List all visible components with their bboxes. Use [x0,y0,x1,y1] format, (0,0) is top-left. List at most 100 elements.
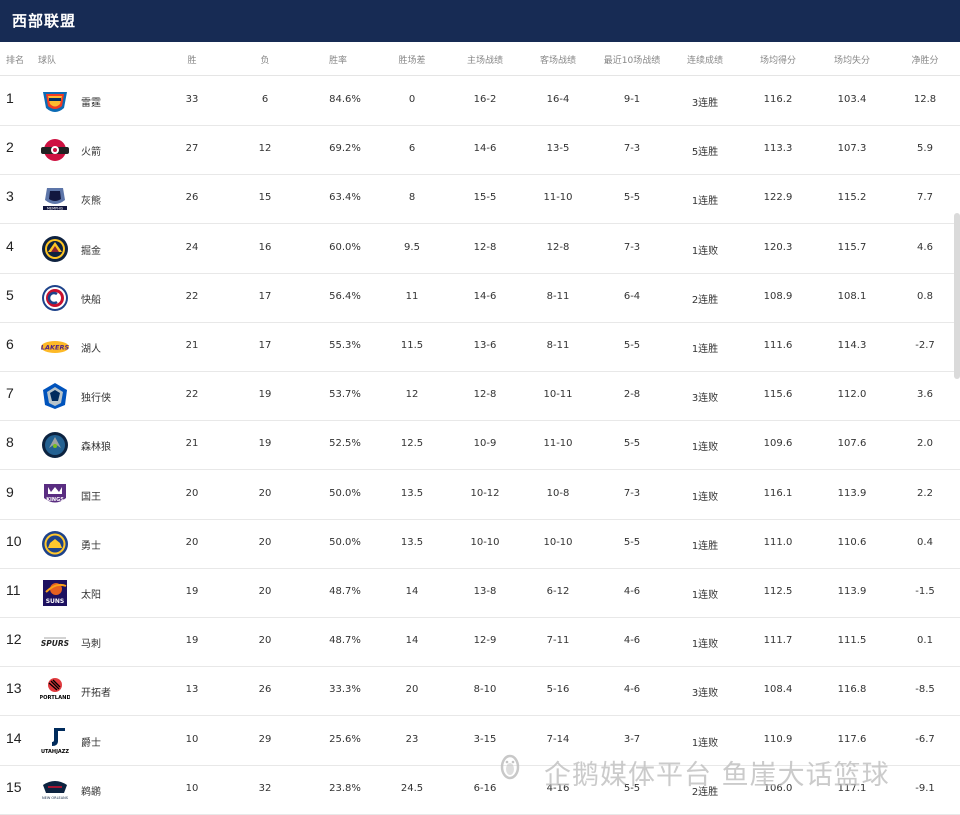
team-name[interactable]: 雷霆 [81,94,101,109]
streak-cell: 3连败 [691,393,719,405]
streak-cell: 5连胜 [691,147,719,159]
away-record-cell: 7-11 [546,635,570,647]
away-record-cell: 10-11 [543,389,573,401]
thunder-logo [40,86,70,116]
team-name[interactable]: 火箭 [81,143,101,158]
last10-cell: 5-5 [623,340,641,351]
pct-cell: 53.7% [329,389,361,401]
pct-cell: 48.7% [329,635,361,647]
ppg-cell: 108.9 [763,290,793,302]
away-record-cell: 10-8 [546,487,570,499]
last10-cell: 7-3 [623,143,641,155]
diff-cell: 0.8 [917,290,933,302]
wins-cell: 26 [185,192,199,204]
suns-logo: SUNS [40,578,70,608]
streak-cell: 1连败 [691,737,719,749]
oppg-cell: 113.9 [837,586,867,597]
losses-cell: 17 [258,340,272,351]
gb-cell: 11 [405,290,419,302]
team-name[interactable]: 太阳 [81,586,101,601]
rank-cell: 6 [6,336,14,352]
oppg-cell: 117.6 [837,733,867,745]
rockets-logo [40,135,70,165]
column-header-row: 排名 球队 胜 负 胜率 胜场差 主场战绩 客场战绩 最近10场战绩 连续成绩 … [0,42,960,76]
streak-cell: 1连败 [691,245,719,257]
streak-cell: 2连胜 [691,294,719,306]
team-name[interactable]: 勇士 [81,537,101,552]
ppg-cell: 113.3 [763,143,793,155]
svg-text:PORTLAND: PORTLAND [40,695,70,701]
col-streak: 连续成绩 [686,56,724,66]
col-wins: 胜 [187,56,197,66]
losses-cell: 19 [258,389,272,401]
pct-cell: 56.4% [329,290,361,302]
last10-cell: 4-6 [623,635,641,647]
table-row: 12 SPURS 马刺 19 20 48.7% 14 12-9 7-11 4-6 1连败 111.7 1… [0,617,960,668]
col-pct: 胜率 [328,56,348,66]
streak-cell: 1连胜 [691,344,719,355]
away-record-cell: 13-5 [546,143,570,155]
last10-cell: 7-3 [623,487,641,499]
ppg-cell: 116.1 [763,487,793,499]
streak-cell: 1连败 [691,491,719,503]
team-name[interactable]: 鹈鹕 [81,783,101,798]
last10-cell: 5-5 [623,536,641,548]
col-oppg: 场均失分 [833,56,871,66]
rank-cell: 7 [6,385,14,402]
table-row: 3 MEMPHIS 灰熊 26 15 63.4% 8 15-5 11-10 5-5 1连胜 122.9… [0,174,960,225]
wins-cell: 21 [185,340,199,351]
rank-cell: 2 [6,139,14,156]
wins-cell: 20 [185,536,199,548]
wins-cell: 19 [185,586,199,597]
spurs-logo: SPURS [40,627,70,657]
wins-cell: 20 [185,487,199,499]
last10-cell: 4-6 [623,586,641,597]
oppg-cell: 114.3 [837,340,867,351]
rank-cell: 15 [6,778,22,795]
wins-cell: 22 [185,389,199,401]
grizzlies-logo: MEMPHIS [40,184,70,214]
oppg-cell: 107.3 [837,143,867,155]
svg-text:SPURS: SPURS [41,639,69,648]
wins-cell: 19 [185,635,199,647]
team-name[interactable]: 快船 [81,291,101,306]
scrollbar[interactable] [954,213,960,379]
svg-text:SUNS: SUNS [46,598,65,605]
gb-cell: 9.5 [404,241,420,253]
team-name[interactable]: 马刺 [81,635,101,650]
gb-cell: 14 [405,635,419,647]
warriors-logo [40,529,70,559]
team-name[interactable]: 独行侠 [81,389,111,404]
gb-cell: 20 [405,684,419,696]
pct-cell: 50.0% [329,487,361,499]
gb-cell: 8 [408,192,416,204]
gb-cell: 12 [405,389,419,401]
gb-cell: 23 [405,733,419,745]
diff-cell: 2.0 [917,438,933,450]
pct-cell: 25.6% [329,733,361,745]
diff-cell: 12.8 [913,94,937,105]
losses-cell: 20 [258,487,272,499]
home-record-cell: 3-15 [473,733,497,745]
svg-text:MEMPHIS: MEMPHIS [47,207,64,211]
team-name[interactable]: 开拓者 [81,684,111,699]
team-name[interactable]: 湖人 [81,340,101,355]
team-name[interactable]: 国王 [81,488,101,503]
svg-text:UTAHJAZZ: UTAHJAZZ [41,749,69,755]
kings-logo: KINGS [40,480,70,510]
col-diff: 净胜分 [911,56,939,66]
team-name[interactable]: 掘金 [81,242,101,257]
clippers-logo [40,283,70,313]
conference-title: 西部联盟 [12,12,77,30]
rank-cell: 9 [6,483,14,500]
jazz-logo: UTAHJAZZ [40,726,70,756]
table-row: 10 勇士 20 20 50.0% 13.5 10-10 10-10 5-5 1连胜 111.0 11… [0,519,960,569]
team-name[interactable]: 爵士 [81,734,101,749]
team-name[interactable]: 森林狼 [81,438,111,453]
wins-cell: 10 [185,733,199,745]
pct-cell: 60.0% [329,241,361,253]
team-name[interactable]: 灰熊 [81,192,101,207]
diff-cell: 0.4 [917,536,933,548]
streak-cell: 1连败 [691,442,719,454]
pct-cell: 48.7% [329,586,361,597]
